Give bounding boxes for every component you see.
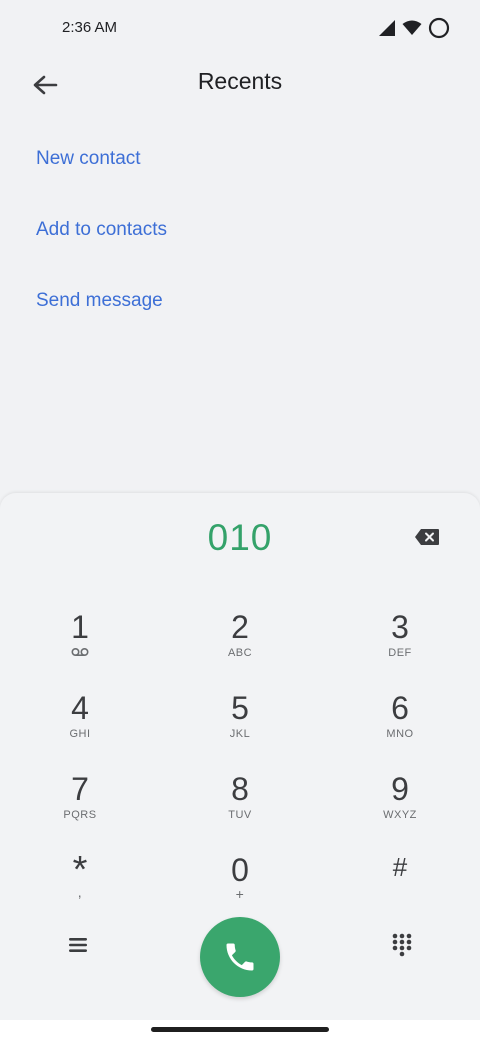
key-letters: JKL <box>229 728 251 740</box>
backspace-button[interactable] <box>410 523 444 551</box>
key-9[interactable]: 9 WXYZ <box>340 771 460 847</box>
voicemail-icon <box>20 647 140 660</box>
home-indicator[interactable] <box>151 1027 329 1032</box>
key-letters: , <box>77 884 83 900</box>
key-digit: # <box>392 852 408 882</box>
dialed-number: 010 <box>207 517 273 558</box>
page-title: Recents <box>197 68 283 94</box>
key-3[interactable]: 3 DEF <box>340 609 460 685</box>
key-4[interactable]: 4 GHI <box>20 690 140 766</box>
key-digit: 9 <box>391 771 409 807</box>
key-digit: 7 <box>71 771 89 807</box>
status-bar: 2:36 AM <box>0 0 480 56</box>
menu-icon <box>69 938 87 952</box>
dialpad: 010 1 2 ABC 3 DEF 4 GHI 5 JKL 6 MNO 7 PQ… <box>0 493 480 1020</box>
key-5[interactable]: 5 JKL <box>180 690 300 766</box>
key-digit: 5 <box>231 690 249 726</box>
key-letters: GHI <box>69 728 91 740</box>
phone-icon <box>226 943 254 971</box>
backspace-icon <box>415 529 439 545</box>
key-hash[interactable]: # <box>340 852 460 928</box>
key-letters: + <box>235 886 245 902</box>
key-letters: ABC <box>227 647 253 659</box>
status-icons <box>378 17 450 39</box>
menu-button[interactable] <box>54 921 102 969</box>
key-8[interactable]: 8 TUV <box>180 771 300 847</box>
dialpad-icon <box>392 933 412 957</box>
call-button[interactable] <box>200 917 280 997</box>
key-digit: 0 <box>231 852 249 888</box>
key-7[interactable]: 7 PQRS <box>20 771 140 847</box>
key-letters: MNO <box>386 728 414 740</box>
key-letters: PQRS <box>63 809 97 821</box>
key-digit: 3 <box>391 609 409 645</box>
key-2[interactable]: 2 ABC <box>180 609 300 685</box>
key-digit: 2 <box>231 609 249 645</box>
navigation-bar <box>0 1020 480 1040</box>
add-to-contacts-link[interactable]: Add to contacts <box>36 219 167 241</box>
key-star[interactable]: * , <box>20 849 140 928</box>
key-digit: 4 <box>71 690 89 726</box>
key-digit: 1 <box>71 609 89 645</box>
signal-icon <box>379 20 395 36</box>
status-time: 2:36 AM <box>62 19 118 36</box>
key-letters: WXYZ <box>383 809 417 821</box>
key-digit: 8 <box>231 771 249 807</box>
new-contact-link[interactable]: New contact <box>36 148 141 170</box>
send-message-link[interactable]: Send message <box>36 290 163 312</box>
key-6[interactable]: 6 MNO <box>340 690 460 766</box>
key-digit: * <box>72 849 88 891</box>
dialpad-toggle-button[interactable] <box>378 921 426 969</box>
key-letters: TUV <box>228 809 252 821</box>
key-digit: 6 <box>391 690 409 726</box>
battery-icon <box>428 17 450 39</box>
wifi-icon <box>402 20 422 35</box>
app-bar: Recents <box>0 56 480 112</box>
key-letters: DEF <box>388 647 412 659</box>
key-1[interactable]: 1 <box>20 609 140 685</box>
